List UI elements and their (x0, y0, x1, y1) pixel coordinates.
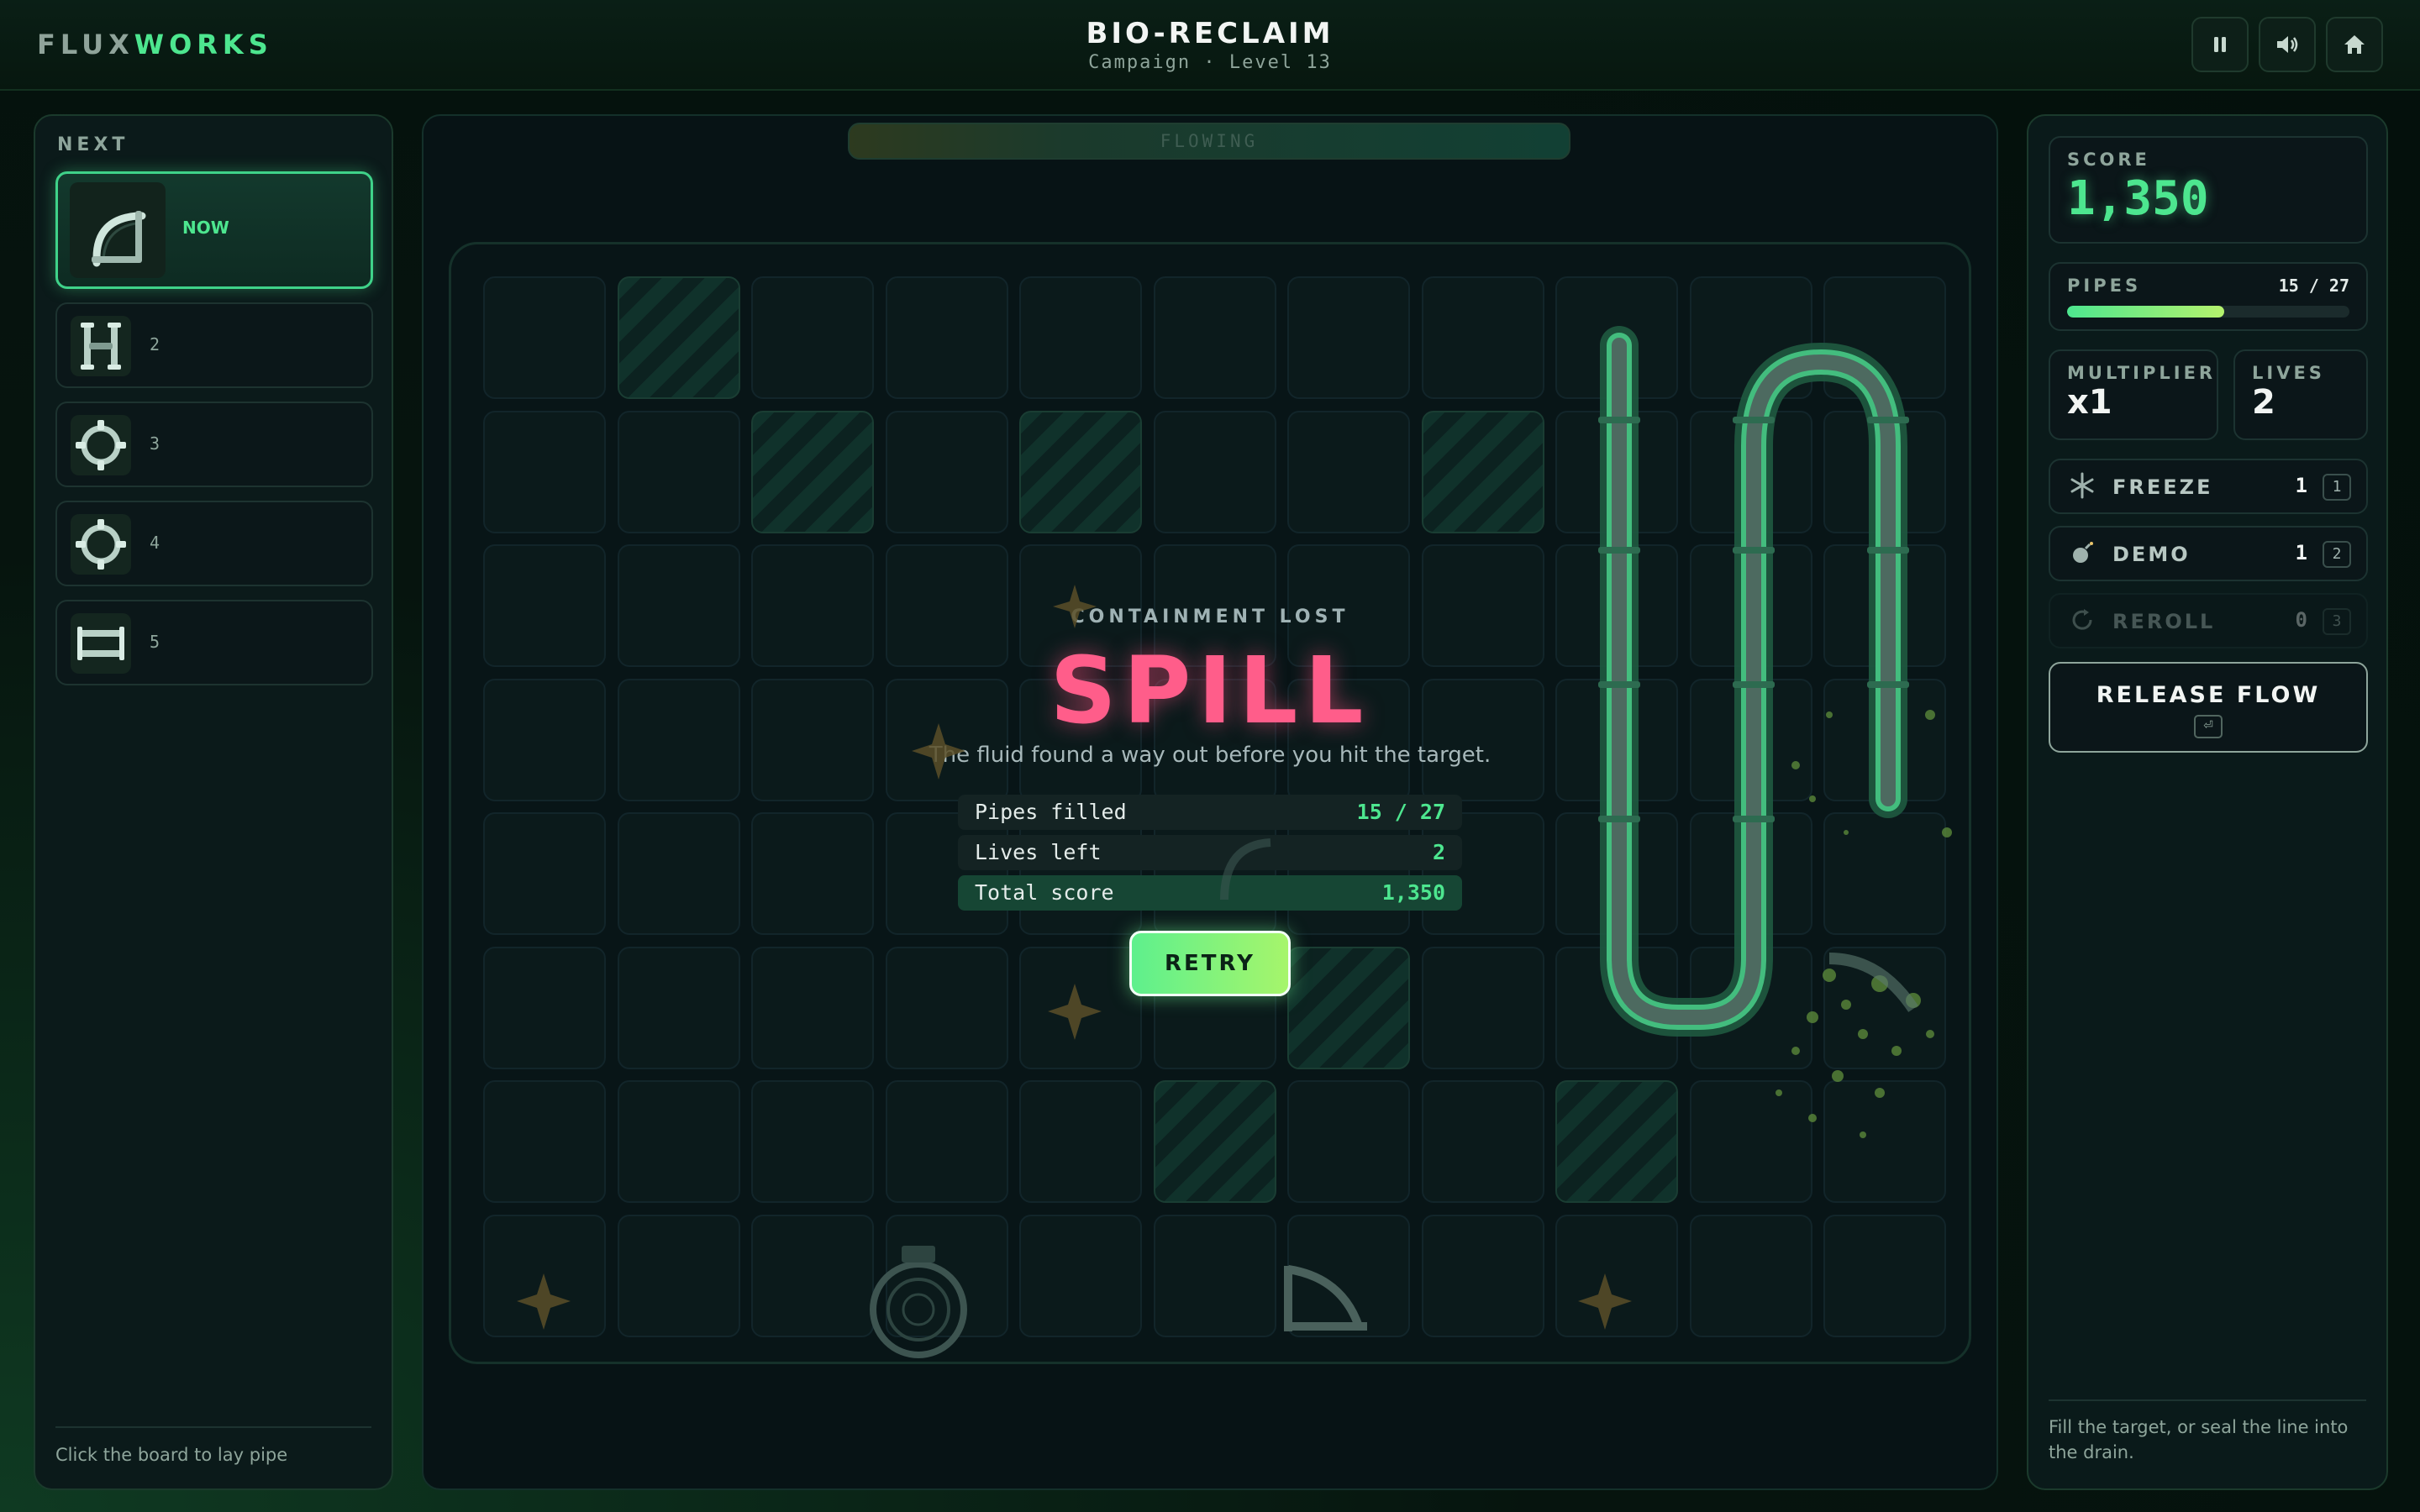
sound-button[interactable] (2259, 17, 2316, 72)
powerup-demo[interactable]: DEMO 1 2 (2049, 526, 2368, 581)
level-subtitle: Campaign · Level 13 (1088, 52, 1332, 73)
powerup-count: 1 (2295, 541, 2307, 564)
powerup-freeze[interactable]: FREEZE 1 1 (2049, 459, 2368, 514)
queue-item-label: 3 (150, 433, 160, 454)
top-bar: FLUXWORKS BIO-RECLAIM Campaign · Level 1… (0, 0, 2420, 91)
queue-item-label: NOW (182, 218, 229, 238)
queue-item-3[interactable]: 3 (55, 402, 373, 487)
snowflake-icon (2067, 472, 2097, 502)
lives-value: 2 (2252, 383, 2275, 422)
source-ring-icon (870, 1246, 967, 1358)
powerup-hotkey: 3 (2323, 608, 2351, 635)
powerup-hotkey: 1 (2323, 474, 2351, 501)
flow-status-bar: FLOWING (848, 123, 1570, 160)
enter-key-icon: ⏎ (2194, 715, 2223, 738)
ring-pipe-icon (71, 415, 131, 475)
powerup-count: 1 (2295, 474, 2307, 497)
pipes-progress-fill (2067, 306, 2224, 318)
elbow-pipe-icon (70, 182, 166, 278)
powerup-name: FREEZE (2112, 475, 2213, 499)
pause-icon (2214, 37, 2226, 52)
objective-hint: Fill the target, or seal the line into t… (2049, 1399, 2366, 1465)
pause-button[interactable] (2191, 17, 2249, 72)
bomb-icon (2067, 539, 2097, 570)
score-label: SCORE (2067, 150, 2150, 170)
stats-panel: SCORE 1,350 PIPES 15 / 27 MULTIPLIER x1 … (2027, 114, 2388, 1490)
lives-card: LIVES 2 (2233, 349, 2368, 440)
release-flow-button[interactable]: RELEASE FLOW ⏎ (2049, 662, 2368, 753)
brand-logo: FLUXWORKS (37, 29, 273, 60)
powerup-reroll[interactable]: REROLL 0 3 (2049, 593, 2368, 648)
brand-part-b: WORKS (134, 29, 273, 60)
pipe-network (517, 326, 1952, 1358)
multiplier-label: MULTIPLIER (2067, 363, 2217, 383)
home-button[interactable] (2326, 17, 2383, 72)
multiplier-value: x1 (2067, 383, 2112, 422)
brand-part-a: FLUX (37, 29, 134, 60)
speaker-icon (2277, 36, 2298, 53)
score-value: 1,350 (2067, 171, 2209, 226)
next-queue-panel: NEXT NOW 2 3 4 5 Click the board to lay … (34, 114, 393, 1490)
pipes-progress-bar (2067, 306, 2349, 318)
score-card: SCORE 1,350 (2049, 136, 2368, 244)
queue-item-4[interactable]: 4 (55, 501, 373, 586)
vertical-pipe-icon (71, 316, 131, 376)
queue-item-now[interactable]: NOW (55, 171, 373, 289)
queue-item-label: 4 (150, 533, 160, 553)
lives-label: LIVES (2252, 363, 2325, 383)
queue-item-label: 2 (150, 334, 160, 354)
powerup-hotkey: 2 (2323, 541, 2351, 568)
pipe-grid[interactable] (449, 242, 1971, 1364)
powerup-name: DEMO (2112, 543, 2191, 566)
ring-pipe-icon (71, 514, 131, 575)
reroll-icon (2067, 606, 2097, 637)
game-title: BIO-RECLAIM (1086, 17, 1334, 50)
level-title-block: BIO-RECLAIM Campaign · Level 13 (1042, 17, 1378, 73)
pipes-card: PIPES 15 / 27 (2049, 262, 2368, 331)
next-label: NEXT (57, 134, 129, 155)
release-flow-label: RELEASE FLOW (2096, 682, 2321, 708)
pipes-label: PIPES (2067, 276, 2142, 296)
game-board-panel: FLOWING (422, 114, 1998, 1490)
powerup-count: 0 (2295, 608, 2307, 632)
powerup-name: REROLL (2112, 610, 2216, 633)
queue-hint: Click the board to lay pipe (55, 1426, 371, 1465)
multiplier-card: MULTIPLIER x1 (2049, 349, 2218, 440)
drain-elbow-icon (1284, 1265, 1367, 1331)
home-icon (2344, 35, 2365, 54)
queue-item-2[interactable]: 2 (55, 302, 373, 388)
pipes-count: 15 / 27 (2278, 276, 2349, 296)
